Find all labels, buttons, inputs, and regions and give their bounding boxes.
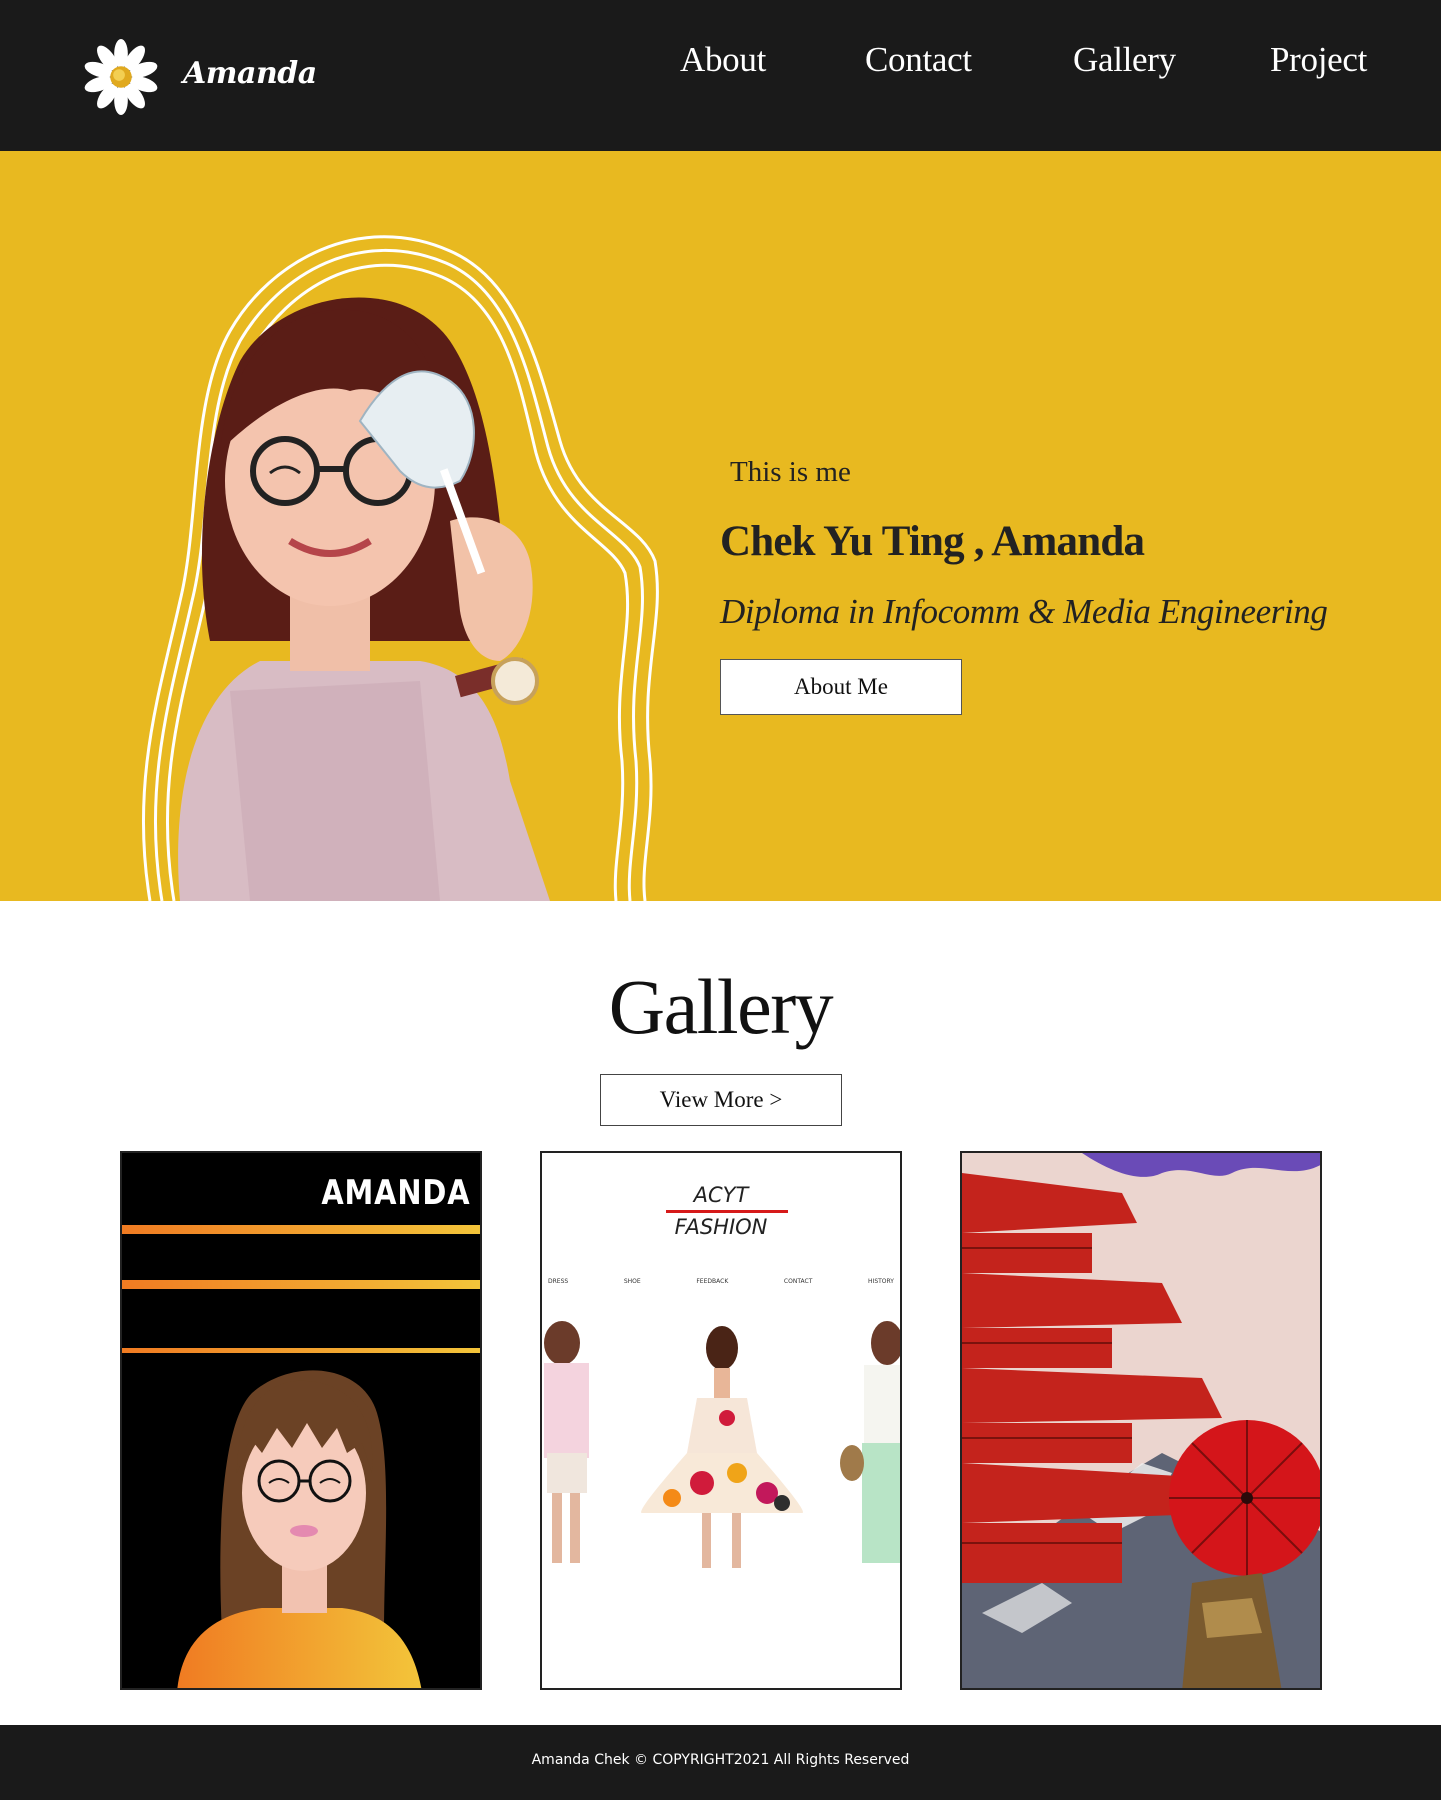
nav-project-link[interactable]: Project — [1270, 40, 1367, 80]
footer-copyright: Amanda Chek © COPYRIGHT2021 All Rights R… — [531, 1752, 910, 1768]
gallery-heading: Gallery — [608, 963, 834, 1050]
fashion-models-image — [542, 1313, 900, 1573]
hero-subtitle: Diploma in Infocomm & Media Engineering — [720, 592, 1328, 631]
fashion-nav-item: DRESS — [548, 1278, 569, 1285]
gallery-card-avatar[interactable]: AMANDA — [120, 1151, 482, 1690]
hero-name-heading: Chek Yu Ting , Amanda — [720, 518, 1145, 565]
fashion-nav-item: SHOE — [623, 1278, 641, 1285]
fashion-nav-item: FEEDBACK — [696, 1278, 729, 1285]
nav-contact-link[interactable]: Contact — [865, 40, 972, 80]
nav-about-link[interactable]: About — [680, 40, 766, 80]
site-logo-text[interactable]: Amanda — [183, 56, 317, 91]
site-footer: Amanda Chek © COPYRIGHT2021 All Rights R… — [0, 1725, 1441, 1800]
gallery-card-pagoda[interactable] — [960, 1151, 1322, 1690]
pagoda-artwork-image — [962, 1153, 1320, 1688]
hero-section: This is me Chek Yu Ting , Amanda Diploma… — [0, 151, 1441, 901]
fashion-brand-rule — [666, 1210, 788, 1213]
fashion-nav-item: HISTORY — [868, 1278, 894, 1285]
profile-photo — [141, 235, 659, 901]
fashion-nav-item: CONTACT — [783, 1278, 813, 1285]
about-me-button[interactable]: About Me — [720, 659, 962, 715]
avatar-poster-title: AMANDA — [320, 1173, 470, 1213]
daisy-logo-icon[interactable] — [82, 38, 160, 116]
site-header: Amanda About Contact Gallery Project — [0, 0, 1441, 151]
nav-gallery-link[interactable]: Gallery — [1073, 40, 1176, 80]
fashion-brand-line1: ACYT — [693, 1183, 749, 1207]
fashion-brand-line2: FASHION — [674, 1215, 768, 1239]
hero-intro-text: This is me — [730, 456, 851, 488]
avatar-poster-image — [122, 1153, 480, 1688]
fashion-mock-nav: DRESS SHOE FEEDBACK CONTACT HISTORY — [542, 1278, 900, 1285]
view-more-button[interactable]: View More > — [600, 1074, 842, 1126]
gallery-card-fashion[interactable]: ACYT FASHION DRESS SHOE FEEDBACK CONTACT… — [540, 1151, 902, 1690]
